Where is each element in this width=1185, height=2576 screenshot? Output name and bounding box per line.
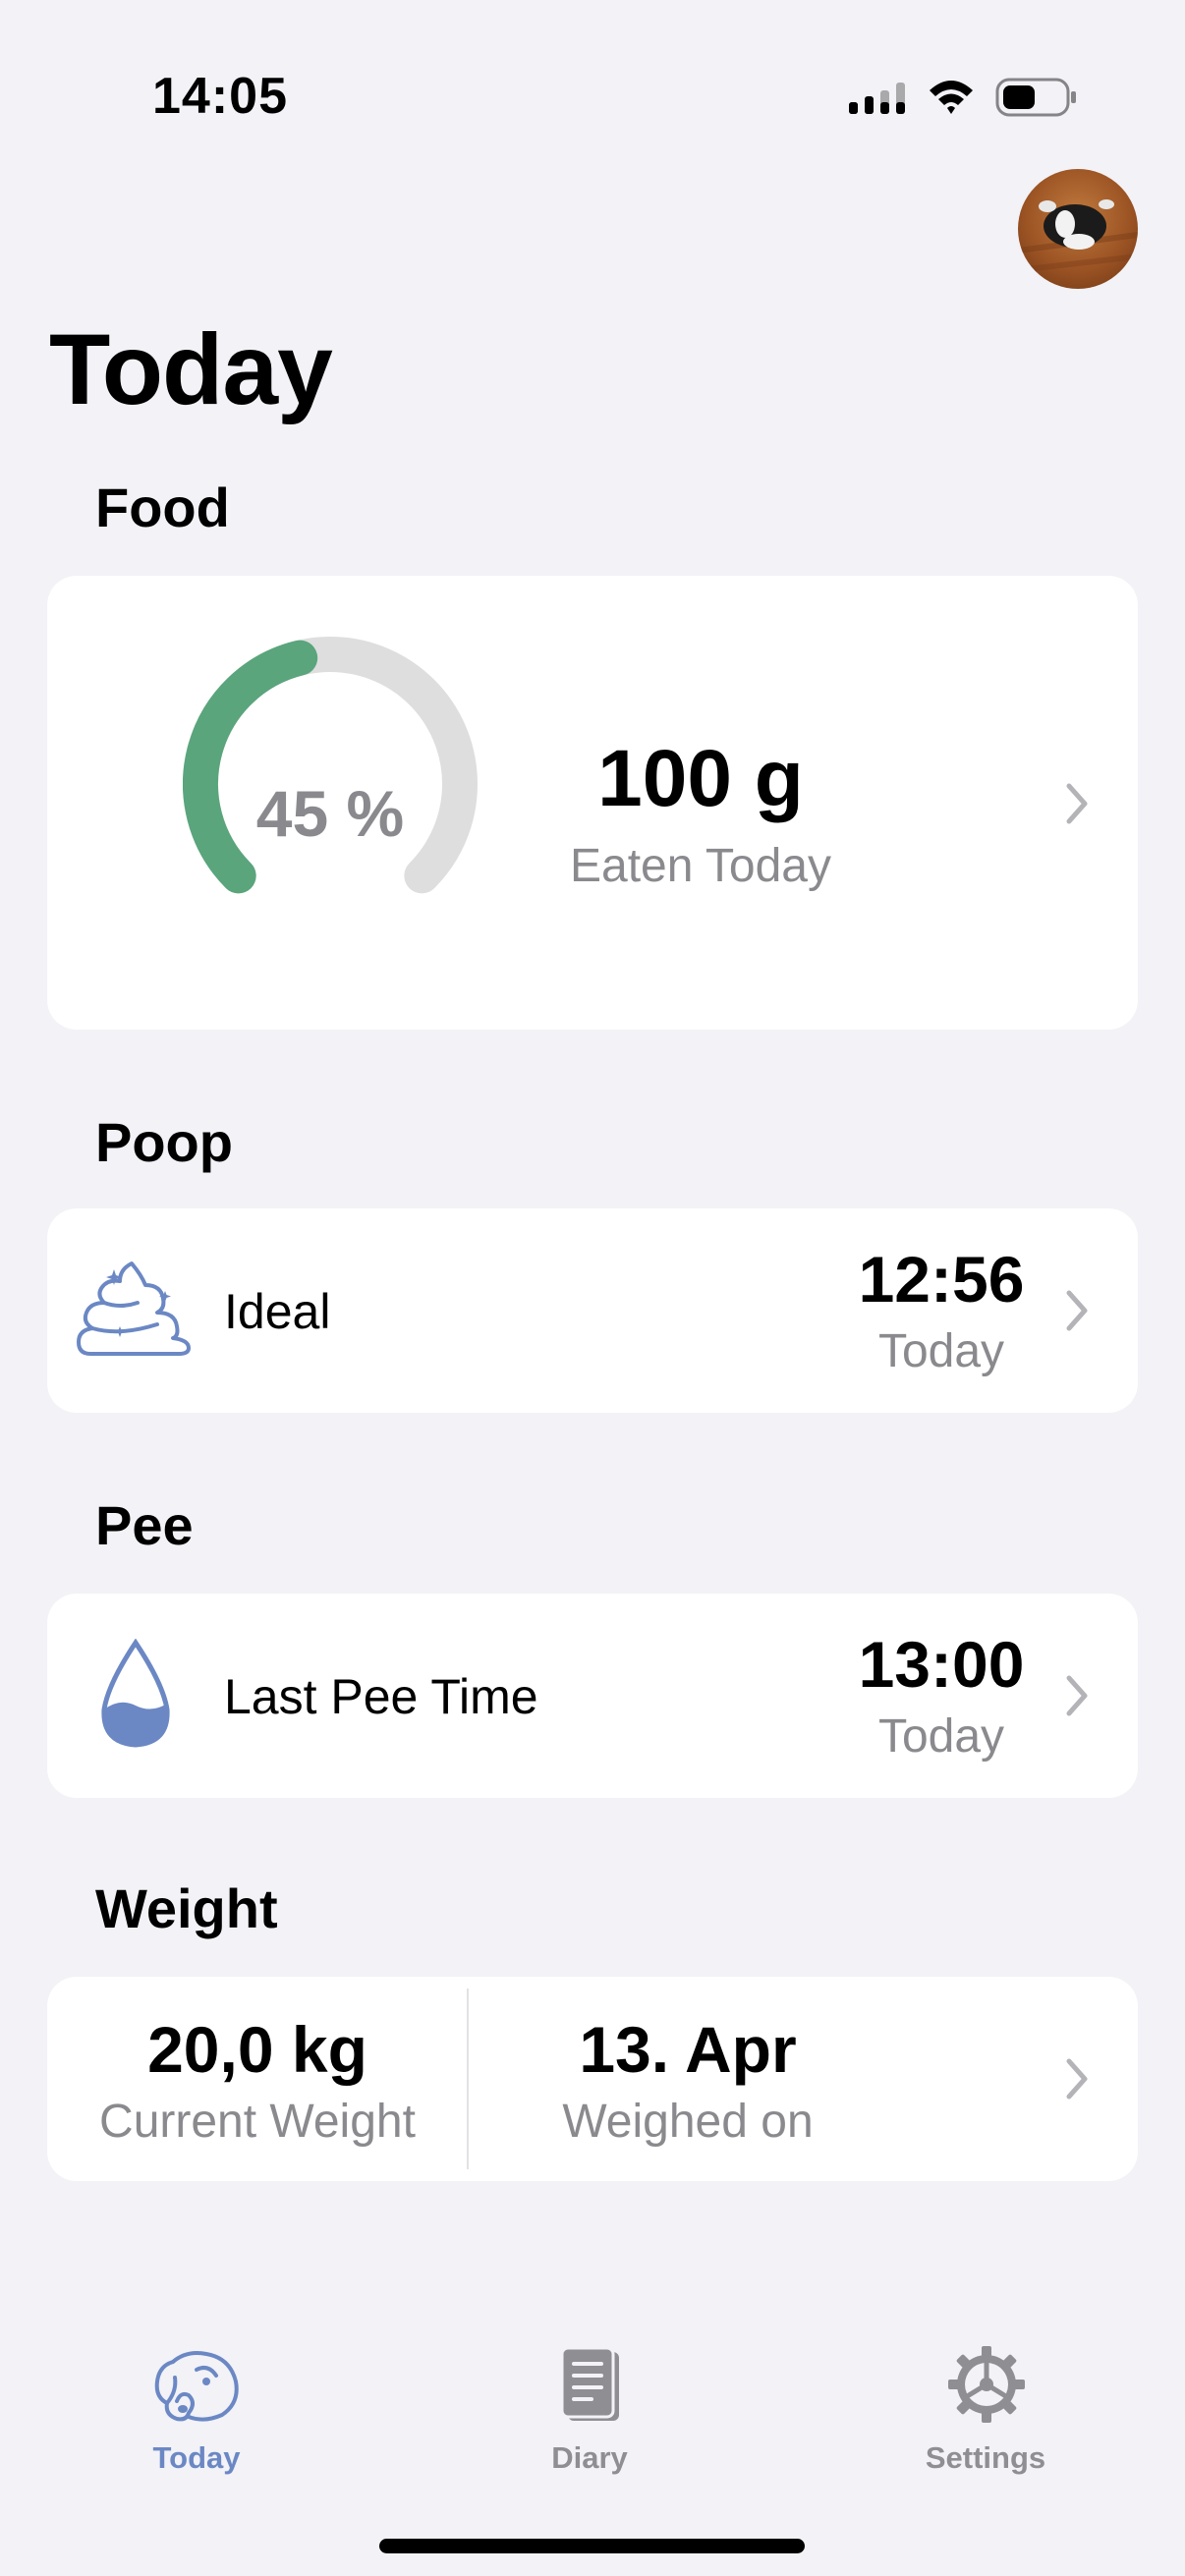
status-bar: 14:05: [0, 0, 1185, 187]
food-section-title: Food: [95, 476, 230, 538]
home-indicator: [379, 2539, 805, 2553]
weight-section-title: Weight: [95, 1877, 278, 1939]
tab-bar: Today Diary Settings: [0, 2319, 1185, 2576]
weight-value: 20,0 kg: [147, 2013, 367, 2086]
dog-head-icon: [154, 2351, 239, 2422]
status-time: 14:05: [152, 68, 288, 125]
profile-avatar[interactable]: [1018, 169, 1138, 289]
weight-card[interactable]: 20,0 kg Current Weight 13. Apr Weighed o…: [47, 1977, 1138, 2181]
battery-icon: [995, 78, 1076, 117]
weigh-date-caption: Weighed on: [562, 2096, 814, 2148]
pee-chevron-right-icon: [1066, 1675, 1088, 1716]
pee-day: Today: [877, 1710, 1005, 1763]
tab-diary[interactable]: Diary: [442, 2319, 737, 2495]
poop-day: Today: [877, 1325, 1005, 1377]
poop-section-title: Poop: [95, 1111, 233, 1173]
pee-section-title: Pee: [95, 1494, 194, 1556]
pee-label: Last Pee Time: [224, 1669, 538, 1724]
page-title: Today: [49, 313, 333, 425]
tab-diary-label: Diary: [551, 2440, 628, 2475]
gear-icon: [948, 2346, 1025, 2423]
poop-chevron-right-icon: [1066, 1290, 1088, 1331]
tab-today[interactable]: Today: [49, 2319, 344, 2495]
poop-status: Ideal: [224, 1284, 331, 1339]
dog-avatar-image: [1018, 199, 1138, 273]
poop-card[interactable]: Ideal 12:56 Today: [47, 1208, 1138, 1413]
tab-settings-label: Settings: [925, 2440, 1046, 2475]
pee-card[interactable]: Last Pee Time 13:00 Today: [47, 1594, 1138, 1798]
food-amount-caption: Eaten Today: [570, 840, 831, 892]
weight-divider: [467, 1988, 469, 2169]
weigh-date: 13. Apr: [579, 2013, 797, 2086]
poop-time: 12:56: [858, 1243, 1025, 1316]
water-drop-icon: [101, 1639, 170, 1748]
weight-chevron-right-icon: [1066, 2058, 1088, 2100]
food-progress-label: 45 %: [255, 777, 405, 850]
food-chevron-right-icon: [1066, 783, 1088, 824]
tab-today-label: Today: [152, 2440, 241, 2475]
pee-time: 13:00: [858, 1628, 1025, 1701]
signal-icon: [849, 83, 905, 114]
poop-icon: [77, 1261, 191, 1356]
food-amount-text: 100 g: [597, 734, 804, 823]
food-card[interactable]: 45 % 100 g Eaten Today: [47, 576, 1138, 1030]
wifi-icon: [930, 81, 973, 114]
tab-settings[interactable]: Settings: [838, 2319, 1133, 2495]
weight-caption: Current Weight: [99, 2096, 416, 2148]
status-icons: [849, 78, 1076, 117]
notebook-icon: [560, 2346, 619, 2421]
